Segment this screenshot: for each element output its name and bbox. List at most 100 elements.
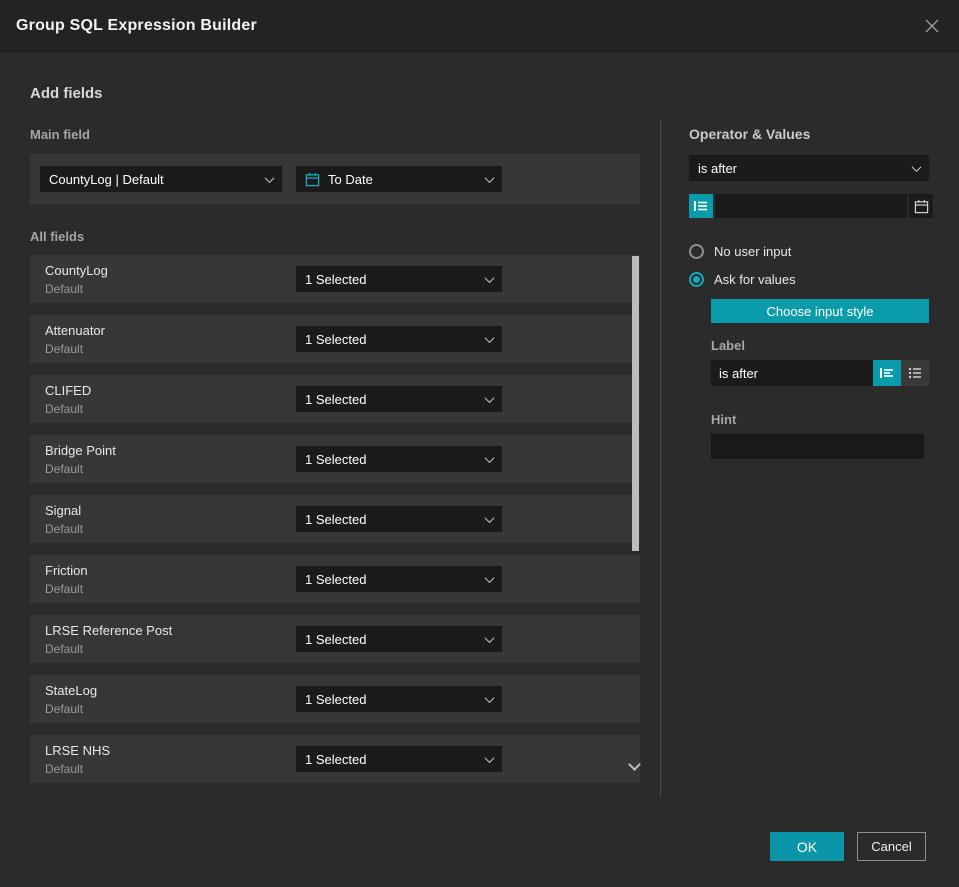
field-subtitle: Default — [45, 521, 84, 536]
group-sql-expression-builder-dialog: Group SQL Expression Builder Add fields … — [0, 0, 959, 887]
field-row: Signal Default 1 Selected — [30, 495, 640, 543]
field-row: LRSE NHS Default 1 Selected — [30, 735, 640, 783]
operator-dropdown[interactable]: is after — [689, 155, 929, 181]
field-row: Attenuator Default 1 Selected — [30, 315, 640, 363]
list-style-button[interactable] — [901, 360, 929, 386]
chevron-down-icon — [484, 172, 495, 183]
field-selection-dropdown[interactable]: 1 Selected — [296, 326, 502, 352]
operator-dropdown-value: is after — [698, 160, 738, 176]
field-name: CLIFED — [45, 382, 92, 398]
label-input[interactable] — [711, 360, 873, 386]
dialog-body: Add fields Main field CountyLog | Defaul… — [0, 52, 959, 813]
radio-selected-icon — [689, 272, 704, 287]
main-field-dropdown-value: CountyLog | Default — [49, 171, 164, 187]
dropdown-value: 1 Selected — [305, 391, 367, 407]
field-row: LRSE Reference Post Default 1 Selected — [30, 615, 640, 663]
field-subtitle: Default — [45, 581, 84, 596]
chevron-down-icon — [484, 272, 495, 283]
field-subtitle: Default — [45, 701, 84, 716]
field-selection-dropdown[interactable]: 1 Selected — [296, 266, 502, 292]
field-row: CLIFED Default 1 Selected — [30, 375, 640, 423]
label-label: Label — [711, 338, 745, 353]
dropdown-value: 1 Selected — [305, 751, 367, 767]
hint-label: Hint — [711, 412, 737, 427]
all-fields-label: All fields — [30, 229, 85, 244]
field-selection-dropdown[interactable]: 1 Selected — [296, 686, 502, 712]
field-row: CountyLog Default 1 Selected — [30, 255, 640, 303]
date-field-dropdown[interactable]: To Date — [296, 166, 502, 192]
dropdown-value: 1 Selected — [305, 571, 367, 587]
field-subtitle: Default — [45, 461, 84, 476]
field-name: LRSE Reference Post — [45, 622, 173, 638]
list-icon — [908, 367, 921, 379]
dialog-footer: OK Cancel — [770, 832, 926, 861]
value-input-row — [689, 194, 933, 218]
field-selection-dropdown[interactable]: 1 Selected — [296, 386, 502, 412]
dropdown-value: 1 Selected — [305, 631, 367, 647]
main-field-dropdown[interactable]: CountyLog | Default — [40, 166, 282, 192]
chevron-down-icon — [484, 752, 495, 763]
chevron-down-icon — [484, 512, 495, 523]
chevron-down-icon — [484, 632, 495, 643]
field-row: Friction Default 1 Selected — [30, 555, 640, 603]
fields-section: Add fields Main field CountyLog | Defaul… — [30, 52, 641, 813]
ask-for-values-radio[interactable]: Ask for values — [689, 272, 929, 287]
field-row: Bridge Point Default 1 Selected — [30, 435, 640, 483]
field-name: CountyLog — [45, 262, 108, 278]
cancel-button[interactable]: Cancel — [857, 832, 926, 861]
field-name: Attenuator — [45, 322, 105, 338]
calendar-icon — [305, 172, 320, 186]
field-subtitle: Default — [45, 641, 84, 656]
field-subtitle: Default — [45, 281, 84, 296]
dialog-title: Group SQL Expression Builder — [16, 16, 257, 34]
field-row: StateLog Default 1 Selected — [30, 675, 640, 723]
dropdown-value: 1 Selected — [305, 691, 367, 707]
field-name: LRSE NHS — [45, 742, 111, 758]
label-input-row — [711, 360, 929, 386]
align-left-icon — [880, 368, 893, 378]
chevron-down-icon — [484, 332, 495, 343]
date-field-dropdown-value: To Date — [328, 171, 373, 187]
no-user-input-label: No user input — [714, 244, 792, 259]
single-line-style-button[interactable] — [873, 360, 901, 386]
scrollbar-thumb[interactable] — [632, 256, 639, 551]
no-user-input-radio[interactable]: No user input — [689, 244, 929, 259]
operator-values-heading: Operator & Values — [689, 126, 811, 142]
field-name: Friction — [45, 562, 88, 578]
hint-input[interactable] — [711, 434, 924, 459]
close-button[interactable] — [921, 15, 943, 37]
field-subtitle: Default — [45, 401, 84, 416]
dialog-header: Group SQL Expression Builder — [0, 0, 959, 52]
field-selection-dropdown[interactable]: 1 Selected — [296, 506, 502, 532]
field-value-icon — [694, 201, 707, 211]
field-subtitle: Default — [45, 341, 84, 356]
ok-button[interactable]: OK — [770, 832, 844, 861]
chevron-down-icon — [484, 572, 495, 583]
dropdown-value: 1 Selected — [305, 271, 367, 287]
main-field-label: Main field — [30, 127, 90, 142]
field-selection-dropdown[interactable]: 1 Selected — [296, 446, 502, 472]
chevron-down-icon — [484, 452, 495, 463]
add-fields-heading: Add fields — [30, 85, 103, 102]
field-selection-dropdown[interactable]: 1 Selected — [296, 746, 502, 772]
date-picker-button[interactable] — [909, 194, 933, 218]
dropdown-value: 1 Selected — [305, 511, 367, 527]
close-icon — [925, 19, 939, 32]
value-type-button[interactable] — [689, 194, 713, 218]
chevron-down-icon — [264, 172, 275, 183]
field-subtitle: Default — [45, 761, 84, 776]
dropdown-value: 1 Selected — [305, 331, 367, 347]
vertical-divider — [660, 120, 661, 797]
field-name: StateLog — [45, 682, 98, 698]
radio-icon — [689, 244, 704, 259]
choose-input-style-button[interactable]: Choose input style — [711, 299, 929, 323]
chevron-down-icon — [911, 161, 922, 172]
field-selection-dropdown[interactable]: 1 Selected — [296, 626, 502, 652]
value-input[interactable] — [715, 194, 907, 218]
ask-for-values-label: Ask for values — [714, 272, 796, 287]
field-selection-dropdown[interactable]: 1 Selected — [296, 566, 502, 592]
chevron-down-icon — [484, 692, 495, 703]
operator-values-panel: Operator & Values is after No user input… — [689, 52, 933, 813]
main-field-panel: CountyLog | Default To Date — [30, 154, 640, 204]
field-name: Bridge Point — [45, 442, 116, 458]
